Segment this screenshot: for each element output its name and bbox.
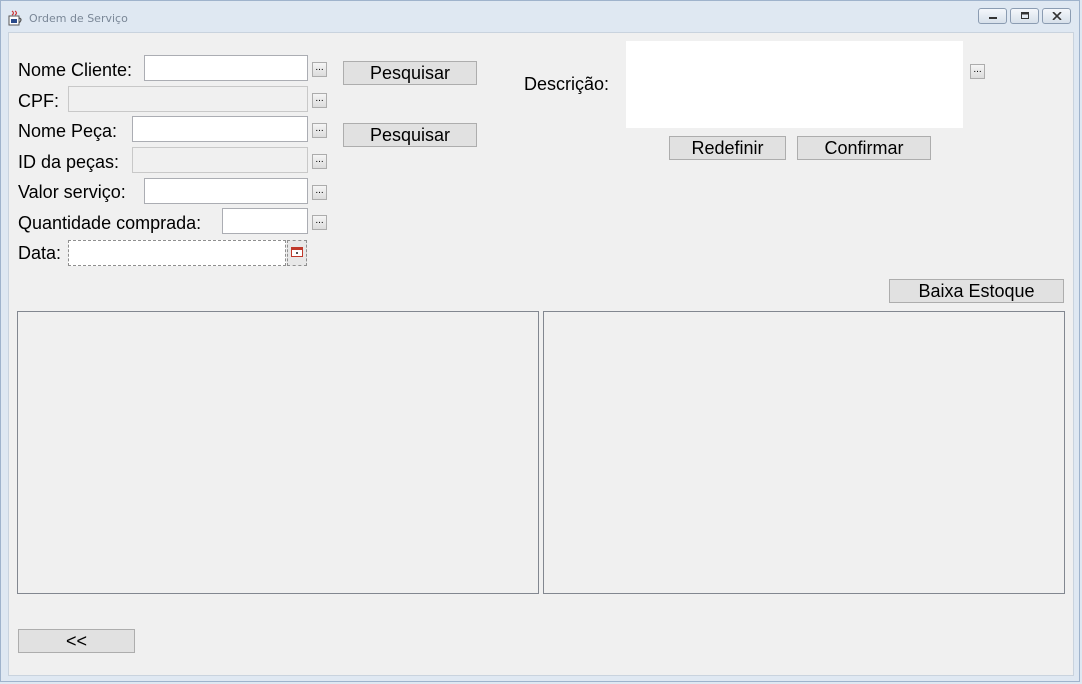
window-title: Ordem de Serviço <box>29 12 128 25</box>
nome-peca-label: Nome Peça: <box>18 121 118 141</box>
close-icon[interactable] <box>1042 8 1071 24</box>
quantidade-label: Quantidade comprada: <box>18 213 202 233</box>
nome-cliente-lookup-button[interactable]: ... <box>312 62 327 77</box>
baixa-estoque-button[interactable]: Baixa Estoque <box>889 279 1064 303</box>
descricao-textarea[interactable] <box>626 41 963 128</box>
form-panel: Nome Cliente: ... Pesquisar CPF: ... Nom… <box>8 32 1074 676</box>
valor-servico-label: Valor serviço: <box>18 182 126 202</box>
title-bar: Ordem de Serviço <box>1 1 1079 31</box>
pesquisar-peca-button[interactable]: Pesquisar <box>343 123 477 147</box>
data-label: Data: <box>18 243 62 263</box>
cpf-lookup-button[interactable]: ... <box>312 93 327 108</box>
quantidade-input[interactable] <box>222 208 308 234</box>
minimize-icon[interactable] <box>978 8 1007 24</box>
nome-peca-lookup-button[interactable]: ... <box>312 123 327 138</box>
calendar-icon <box>291 244 303 262</box>
id-pecas-input[interactable] <box>132 147 308 173</box>
pesquisar-cliente-button[interactable]: Pesquisar <box>343 61 477 85</box>
descricao-lookup-button[interactable]: ... <box>970 64 985 79</box>
cpf-input[interactable] <box>68 86 308 112</box>
nome-peca-input[interactable] <box>132 116 308 142</box>
id-pecas-lookup-button[interactable]: ... <box>312 154 327 169</box>
left-list-panel[interactable] <box>17 311 539 594</box>
back-button[interactable]: << <box>18 629 135 653</box>
right-list-panel[interactable] <box>543 311 1065 594</box>
id-pecas-label: ID da peças: <box>18 152 120 172</box>
valor-servico-input[interactable] <box>144 178 308 204</box>
data-input[interactable] <box>68 240 286 266</box>
descricao-label: Descrição: <box>524 74 610 94</box>
cpf-label: CPF: <box>18 91 60 111</box>
window-controls <box>978 8 1071 24</box>
confirmar-button[interactable]: Confirmar <box>797 136 931 160</box>
calendar-button[interactable] <box>287 240 307 266</box>
java-cup-icon <box>8 10 24 26</box>
redefinir-button[interactable]: Redefinir <box>669 136 786 160</box>
maximize-icon[interactable] <box>1010 8 1039 24</box>
valor-servico-lookup-button[interactable]: ... <box>312 185 327 200</box>
nome-cliente-label: Nome Cliente: <box>18 60 133 80</box>
nome-cliente-input[interactable] <box>144 55 308 81</box>
quantidade-lookup-button[interactable]: ... <box>312 215 327 230</box>
window: Ordem de Serviço Nome Cliente: ... Pesqu… <box>0 0 1080 682</box>
